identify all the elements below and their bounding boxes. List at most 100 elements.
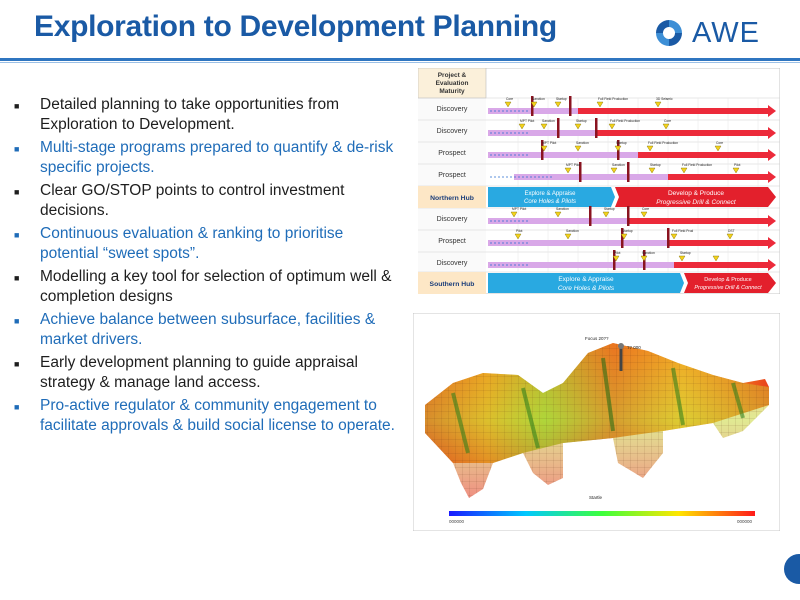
awe-logo-icon <box>656 20 682 46</box>
timeline-develop-bar <box>674 262 768 268</box>
milestone-label: Pilot <box>734 163 740 167</box>
bullet-text: Detailed planning to take opportunities … <box>40 96 339 133</box>
milestone-label: MPT Pilot <box>566 163 580 167</box>
milestone-label: Startup <box>556 97 567 101</box>
bullet-item: ■ Multi-stage programs prepared to quanti… <box>14 138 399 178</box>
gate-marker <box>569 96 572 116</box>
maturity-timeline-diagram: Project & Evaluation Maturity Discovery … <box>417 67 781 295</box>
bullet-square-icon: ■ <box>14 101 20 111</box>
southern-develop-label: Develop & Produce <box>704 277 751 283</box>
colorbar-min-label: 000000 <box>449 519 465 524</box>
row-label: Discovery <box>437 106 468 113</box>
bullet-square-icon: ■ <box>14 273 20 283</box>
bullet-item: ■ Early development planning to guide app… <box>14 353 399 393</box>
milestone-label: Startup <box>576 119 587 123</box>
row-label: Discovery <box>437 128 468 135</box>
title-divider-accent <box>0 62 800 63</box>
company-logo: AWE <box>652 16 760 50</box>
gate-marker <box>595 118 598 138</box>
milestone-label: Full Field Production <box>682 163 712 167</box>
bullet-text: Pro-active regulator & community engagem… <box>40 397 395 434</box>
bullet-item: ■ Continuous evaluation & ranking to prio… <box>14 224 399 264</box>
milestone-label: Sanction <box>642 251 655 255</box>
timeline-develop-bar <box>668 174 768 180</box>
milestone-label: Core <box>642 207 649 211</box>
southern-develop-sub: Progressive Drill & Connect <box>694 285 762 291</box>
milestone-label: MPT Pilot <box>542 141 556 145</box>
milestone-label: Full Field Production <box>648 141 678 145</box>
milestone-label: MPT Pilot <box>520 119 534 123</box>
timeline-prepare-bar <box>488 218 628 224</box>
bullet-square-icon: ■ <box>14 316 20 326</box>
milestone-label: Core <box>664 119 671 123</box>
hub-label-northern: Northern Hub <box>430 195 474 202</box>
milestone-label: Startup <box>616 141 627 145</box>
milestone-label: 3D Seismic <box>656 97 673 101</box>
milestone-label: MPT Pilot <box>512 207 526 211</box>
milestone-label: DST <box>728 229 735 233</box>
milestone-label: Core <box>716 141 723 145</box>
reservoir-model-image: Focus 20?? ?? 000 Startle 000000 000000 <box>412 312 781 532</box>
milestone-label: Startup <box>604 207 615 211</box>
northern-develop-label: Develop & Produce <box>668 190 724 197</box>
bullet-text: Multi-stage programs prepared to quantif… <box>40 139 394 176</box>
milestone-label: Full Field Production <box>598 97 628 101</box>
bullet-item: ■ Clear GO/STOP points to control investm… <box>14 181 399 221</box>
slide-title: Exploration to Development Planning <box>34 10 557 43</box>
northern-explore-label: Explore & Appraise <box>524 191 576 197</box>
timeline-develop-bar <box>668 240 768 246</box>
milestone-label: Pilot <box>516 229 522 233</box>
bullet-square-icon: ■ <box>14 144 20 154</box>
diagram-header-line3: Maturity <box>439 88 465 95</box>
bullet-square-icon: ■ <box>14 402 20 412</box>
row-label: Prospect <box>438 238 466 245</box>
row-label: Prospect <box>438 172 466 179</box>
bullet-text: Achieve balance between subsurface, faci… <box>40 311 376 348</box>
timeline-develop-bar <box>578 108 768 114</box>
hub-label-southern: Southern Hub <box>430 281 475 288</box>
bullet-item: ■ Achieve balance between subsurface, fac… <box>14 310 399 350</box>
gate-marker <box>589 206 592 226</box>
milestone-label: Startup <box>622 229 633 233</box>
milestone-label: Pilot <box>614 251 620 255</box>
timeline-prepare-bar <box>514 174 668 180</box>
bullet-text: Early development planning to guide appr… <box>40 354 358 391</box>
milestone-label: Sanction <box>542 119 555 123</box>
milestone-label: Sanction <box>566 229 579 233</box>
bullet-item: ■ Pro-active regulator & community engage… <box>14 396 399 436</box>
timeline-prepare-bar <box>488 130 596 136</box>
colorbar-max-label: 000000 <box>737 519 753 524</box>
gate-marker <box>627 206 630 226</box>
well-label-secondary: ?? 000 <box>627 345 641 350</box>
colorbar <box>449 511 755 516</box>
southern-explore-label: Explore & Appraise <box>558 276 614 283</box>
bullet-square-icon: ■ <box>14 187 20 197</box>
milestone-label: Full Field Production <box>610 119 640 123</box>
bullet-text: Continuous evaluation & ranking to prior… <box>40 225 344 262</box>
page-indicator <box>784 554 800 584</box>
bullet-text: Clear GO/STOP points to control investme… <box>40 182 345 219</box>
diagram-header-line2: Evaluation <box>436 80 469 87</box>
diagram-header: Project & <box>438 72 467 79</box>
gate-marker <box>627 162 630 182</box>
timeline-develop-bar <box>638 152 768 158</box>
bullet-list: ■ Detailed planning to take opportunities… <box>14 95 399 439</box>
row-label: Discovery <box>437 216 468 223</box>
milestone-label: Full Field Prod <box>672 229 693 233</box>
timeline-develop-bar <box>628 218 768 224</box>
timeline-develop-bar <box>596 130 768 136</box>
milestone-label: Sanction <box>576 141 589 145</box>
title-divider <box>0 58 800 61</box>
row-label: Prospect <box>438 150 466 157</box>
milestone-label: Sanction <box>612 163 625 167</box>
row-label: Discovery <box>437 260 468 267</box>
gate-marker <box>557 118 560 138</box>
bullet-square-icon: ■ <box>14 230 20 240</box>
bullet-item: ■ Detailed planning to take opportunities… <box>14 95 399 135</box>
milestone-label: Startup <box>680 251 691 255</box>
logo-text: AWE <box>692 16 760 49</box>
milestone-label: Sanction <box>532 97 545 101</box>
northern-develop-sub: Progressive Drill & Connect <box>656 199 737 206</box>
milestone-label: Core <box>506 97 513 101</box>
gate-marker <box>667 228 670 248</box>
